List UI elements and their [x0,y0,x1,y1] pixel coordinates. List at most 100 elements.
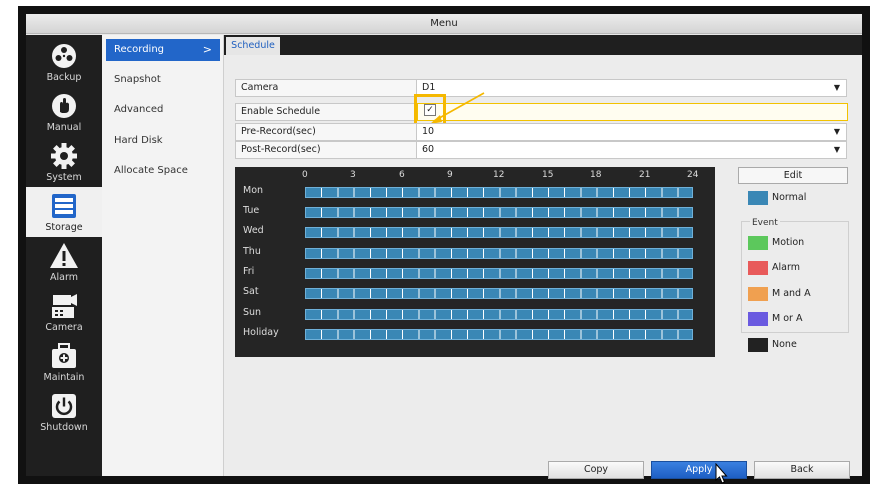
schedule-bar-mon[interactable] [305,187,693,198]
legend-label: Motion [772,237,805,248]
schedule-bar-thu[interactable] [305,248,693,259]
submenu-item-recording[interactable]: Recording > [106,39,220,61]
submenu-item-label: Snapshot [114,74,161,85]
mouse-cursor-icon [715,463,728,484]
schedule-bar-sat[interactable] [305,288,693,299]
schedule-bar-sun[interactable] [305,309,693,320]
window-title: Menu [26,14,862,34]
hour-tick-label: 12 [493,170,505,180]
schedule-bar-holiday[interactable] [305,329,693,340]
camera-row: Camera D1 ▼ [235,79,847,97]
legend-label: Normal [772,192,807,203]
film-reel-icon [52,44,76,68]
submenu-item-hard-disk[interactable]: Hard Disk [106,130,220,152]
schedule-bar-wed[interactable] [305,227,693,238]
sidebar-item-label: System [46,172,82,183]
hour-tick-label: 3 [350,170,356,180]
dropdown-arrow-icon: ▼ [833,145,840,154]
m-or-a-swatch [748,312,768,326]
submenu-item-snapshot[interactable]: Snapshot [106,69,220,91]
day-label-mon: Mon [243,185,264,196]
warning-icon [50,243,78,268]
sidebar-item-camera[interactable]: Camera [26,287,102,337]
copy-button[interactable]: Copy [548,461,644,479]
normal-swatch [748,191,768,205]
pre-record-label: Pre-Record(sec) [236,124,417,140]
legend-label: M or A [772,313,803,324]
day-label-wed: Wed [243,225,264,236]
tab-schedule[interactable]: Schedule [226,37,280,55]
storage-icon [52,194,76,218]
legend-alarm[interactable]: Alarm [748,261,848,275]
post-record-select[interactable]: 60 ▼ [417,142,846,158]
edit-button[interactable]: Edit [738,167,848,184]
legend-m-or-a[interactable]: M or A [748,312,848,326]
day-label-thu: Thu [243,246,261,257]
sidebar-item-label: Maintain [43,372,85,383]
legend-label: None [772,339,797,350]
dropdown-arrow-icon: ▼ [833,127,840,136]
hand-icon [52,94,76,118]
motion-swatch [748,236,768,250]
alarm-swatch [748,261,768,275]
none-swatch [748,338,768,352]
submenu-item-advanced[interactable]: Advanced [106,99,220,121]
menu-window: Menu Backup Manual System Storage Alarm … [26,14,862,484]
enable-schedule-label: Enable Schedule [236,104,417,120]
pre-record-select[interactable]: 10 ▼ [417,124,846,140]
sidebar-item-label: Backup [46,72,82,83]
main-sidebar: Backup Manual System Storage Alarm Camer… [26,35,102,476]
pre-record-value: 10 [422,126,435,137]
sidebar-item-label: Storage [45,222,83,233]
post-record-label: Post-Record(sec) [236,142,417,158]
schedule-bar-tue[interactable] [305,207,693,218]
power-icon [52,394,76,418]
submenu-item-label: Recording [114,44,165,55]
sidebar-item-label: Alarm [50,272,78,283]
legend-label: M and A [772,288,811,299]
sidebar-item-backup[interactable]: Backup [26,37,102,87]
gear-icon [51,143,77,169]
sidebar-item-maintain[interactable]: Maintain [26,337,102,387]
sidebar-item-storage[interactable]: Storage [26,187,102,237]
m-and-a-swatch [748,287,768,301]
main-panel: Schedule Camera D1 ▼ Enable Schedule ✓ P… [224,35,862,484]
schedule-bar-fri[interactable] [305,268,693,279]
legend-motion[interactable]: Motion [748,236,848,250]
submenu-item-label: Allocate Space [114,165,188,176]
tab-strip: Schedule [224,35,862,55]
day-label-tue: Tue [243,205,260,216]
legend-label: Alarm [772,262,800,273]
event-group-title: Event [750,218,780,228]
day-label-fri: Fri [243,266,255,277]
submenu-item-label: Hard Disk [114,135,163,146]
day-label-sun: Sun [243,307,262,318]
hour-tick-label: 18 [590,170,602,180]
sidebar-item-shutdown[interactable]: Shutdown [26,387,102,437]
sidebar-item-manual[interactable]: Manual [26,87,102,137]
chevron-right-icon: > [202,43,212,56]
hour-tick-label: 24 [687,170,699,180]
enable-schedule-row: Enable Schedule ✓ [235,94,848,126]
toolbox-icon [52,343,76,368]
hour-tick-label: 9 [447,170,453,180]
camera-label: Camera [236,80,417,96]
sidebar-item-label: Camera [45,322,83,333]
pre-record-row: Pre-Record(sec) 10 ▼ [235,123,847,141]
apply-button[interactable]: Apply [651,461,747,479]
storage-submenu: Recording > Snapshot Advanced Hard Disk … [102,35,224,476]
post-record-value: 60 [422,144,435,155]
legend-m-and-a[interactable]: M and A [748,287,848,301]
hour-tick-label: 6 [399,170,405,180]
day-label-holiday: Holiday [243,327,279,338]
back-button[interactable]: Back [754,461,850,479]
camera-icon [52,294,77,318]
submenu-item-allocate-space[interactable]: Allocate Space [106,160,220,182]
post-record-row: Post-Record(sec) 60 ▼ [235,141,847,159]
sidebar-item-alarm[interactable]: Alarm [26,237,102,287]
legend-normal[interactable]: Normal [748,191,848,205]
legend-none[interactable]: None [748,338,848,352]
sidebar-item-label: Manual [46,122,82,133]
hour-tick-label: 15 [542,170,554,180]
sidebar-item-system[interactable]: System [26,137,102,187]
